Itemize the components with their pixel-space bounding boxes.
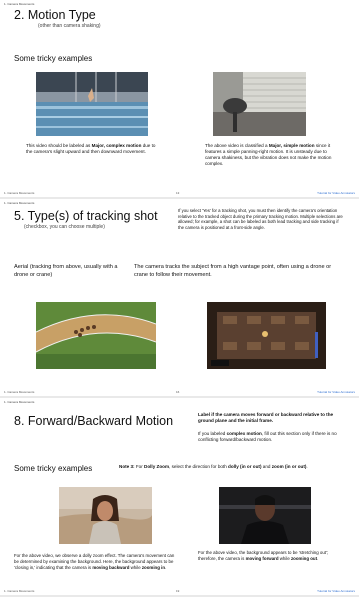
- slide-title: 8. Forward/Backward Motion: [14, 414, 174, 428]
- caption-right: For the above video, the background appe…: [198, 550, 329, 561]
- breadcrumb: 1. Camera Movements: [4, 201, 35, 205]
- slide-subtitle: (other than camera shaking): [38, 23, 101, 29]
- footer-section: 1. Camera Movements: [4, 390, 35, 394]
- diver-video-thumbnail: [36, 72, 148, 136]
- game-scene-thumbnail: [207, 302, 326, 369]
- page-number: 13: [176, 191, 180, 195]
- slide-footer: 1. Camera Movements 19 Tutorial for Vide…: [0, 589, 359, 595]
- caption-left: For the above video, we observe a dolly …: [14, 553, 175, 570]
- slide-motion-type: 1. Camera Movements 2. Motion Type (othe…: [0, 0, 359, 197]
- aerial-label: Aerial (tracking from above, usually wit…: [14, 264, 118, 278]
- footer-section: 1. Camera Movements: [4, 589, 35, 593]
- window-lamp-video-thumbnail: [213, 72, 306, 136]
- tracking-intro: If you select 'Yes' for a tracking shot,…: [178, 208, 343, 230]
- caption-right: The above video is classified a Major, s…: [205, 143, 332, 167]
- slide-subtitle: (checkbox, you can choose multiple): [24, 224, 105, 230]
- page-number: 19: [176, 589, 180, 593]
- page-number: 16: [176, 390, 180, 394]
- slide-title: 2. Motion Type: [14, 8, 96, 22]
- section-heading: Some tricky examples: [14, 464, 93, 473]
- horse-race-thumbnail: [36, 302, 156, 369]
- footer-tutorial-link[interactable]: Tutorial for Video Annotators: [317, 390, 355, 394]
- slide-tracking-shot-types: 1. Camera Movements 5. Type(s) of tracki…: [0, 199, 359, 396]
- slide-forward-backward-motion: 1. Camera Movements 8. Forward/Backward …: [0, 398, 359, 595]
- section-heading: Some tricky examples: [14, 54, 93, 63]
- man-dark-background-thumbnail: [219, 487, 311, 544]
- footer-tutorial-link[interactable]: Tutorial for Video Annotators: [317, 191, 355, 195]
- aerial-description: The camera tracks the subject from a hig…: [134, 264, 332, 278]
- breadcrumb: 1. Camera Movements: [4, 2, 35, 6]
- slide-title: 5. Type(s) of tracking shot: [14, 209, 158, 223]
- woman-desert-thumbnail: [59, 487, 152, 544]
- motion-intro: Label if the camera moves forward or bac…: [198, 412, 346, 424]
- slide-footer: 1. Camera Movements 16 Tutorial for Vide…: [0, 390, 359, 396]
- breadcrumb: 1. Camera Movements: [4, 400, 35, 404]
- slide-footer: 1. Camera Movements 13 Tutorial for Vide…: [0, 191, 359, 197]
- caption-left: This video should be labeled as Major, c…: [26, 143, 156, 155]
- complex-motion-note: If you labeled complex motion, fill out …: [198, 431, 337, 442]
- footer-section: 1. Camera Movements: [4, 191, 35, 195]
- dolly-zoom-note: Note 3: For Dolly Zoom, select the direc…: [119, 464, 308, 469]
- footer-tutorial-link[interactable]: Tutorial for Video Annotators: [317, 589, 355, 593]
- motion-intro-bold: Label if the camera moves forward or bac…: [198, 412, 334, 423]
